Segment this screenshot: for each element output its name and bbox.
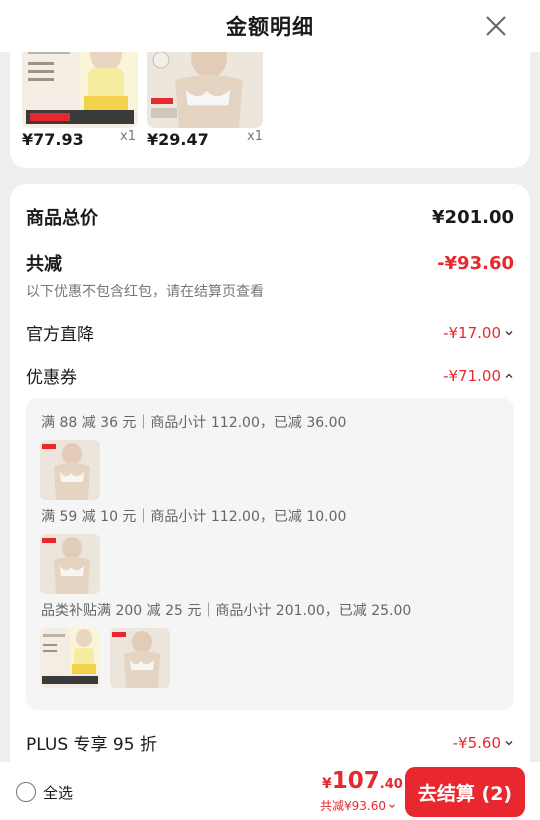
coupon-detail-box: 满 88 减 36 元｜商品小计 112.00，已减 36.00 满 59 减 … [26, 398, 514, 710]
total-payable: ¥107.40 [322, 768, 403, 794]
plus-discount-row[interactable]: PLUS 专享 95 折 -¥5.60 [26, 730, 514, 755]
product-image[interactable] [22, 40, 138, 128]
price-currency: ¥ [322, 776, 332, 792]
checkout-bar: 全选 ¥107.40 共减¥93.60 去结算 (2) [0, 762, 540, 820]
product-price: ¥77.93 [22, 130, 84, 149]
chevron-down-icon [389, 803, 395, 808]
reduce-note: 以下优惠不包含红包，请在结算页查看 [26, 284, 264, 300]
product-card: ¥77.93 x1 ¥29.47 x1 [10, 40, 530, 168]
close-icon[interactable] [482, 12, 510, 40]
product-image[interactable] [147, 40, 263, 128]
total-value: ¥201.00 [432, 206, 514, 228]
product-qty: x1 [247, 129, 263, 144]
coupon-line: 满 59 减 10 元｜商品小计 112.00，已减 10.00 [41, 509, 347, 525]
sheet-title: 金额明细 [226, 15, 314, 39]
official-discount-label: 官方直降 [26, 325, 94, 345]
chevron-up-icon[interactable] [504, 371, 514, 381]
official-discount-value: -¥17.00 [443, 323, 501, 342]
price-integer: 107 [331, 768, 380, 794]
product-thumbnail[interactable] [40, 440, 100, 500]
reduce-row: 共减 -¥93.60 [26, 250, 514, 276]
coupon-line: 品类补贴满 200 减 25 元｜商品小计 201.00，已减 25.00 [41, 603, 412, 619]
coupon-row[interactable]: 优惠券 -¥71.00 [26, 363, 514, 388]
product-thumbnail[interactable] [40, 534, 100, 594]
reduce-value: -¥93.60 [437, 252, 514, 274]
total-save-text: 共减¥93.60 [320, 799, 386, 813]
total-row: 商品总价 ¥201.00 [26, 204, 514, 230]
total-label: 商品总价 [26, 208, 98, 229]
price-decimal: .40 [379, 777, 403, 792]
coupon-line: 满 88 减 36 元｜商品小计 112.00，已减 36.00 [41, 415, 347, 431]
sheet-header: 金额明细 [0, 0, 540, 52]
chevron-down-icon[interactable] [504, 738, 514, 748]
product-thumbnail[interactable] [110, 628, 170, 688]
select-all-label[interactable]: 全选 [43, 782, 73, 803]
official-discount-row[interactable]: 官方直降 -¥17.00 [26, 320, 514, 345]
checkout-button[interactable]: 去结算 (2) [405, 767, 525, 817]
total-save-toggle[interactable]: 共减¥93.60 [320, 797, 396, 814]
reduce-label: 共减 [26, 254, 62, 275]
product-price: ¥29.47 [147, 130, 209, 149]
product-thumbnail[interactable] [40, 628, 100, 688]
plus-discount-label: PLUS 专享 95 折 [26, 735, 157, 755]
coupon-label: 优惠券 [26, 368, 77, 388]
product-qty: x1 [120, 129, 136, 144]
coupon-value: -¥71.00 [443, 366, 501, 385]
chevron-down-icon[interactable] [504, 328, 514, 338]
price-detail-card: 商品总价 ¥201.00 共减 -¥93.60 以下优惠不包含红包，请在结算页查… [10, 184, 530, 784]
select-all-radio[interactable] [16, 782, 36, 802]
plus-discount-value: -¥5.60 [452, 733, 501, 752]
